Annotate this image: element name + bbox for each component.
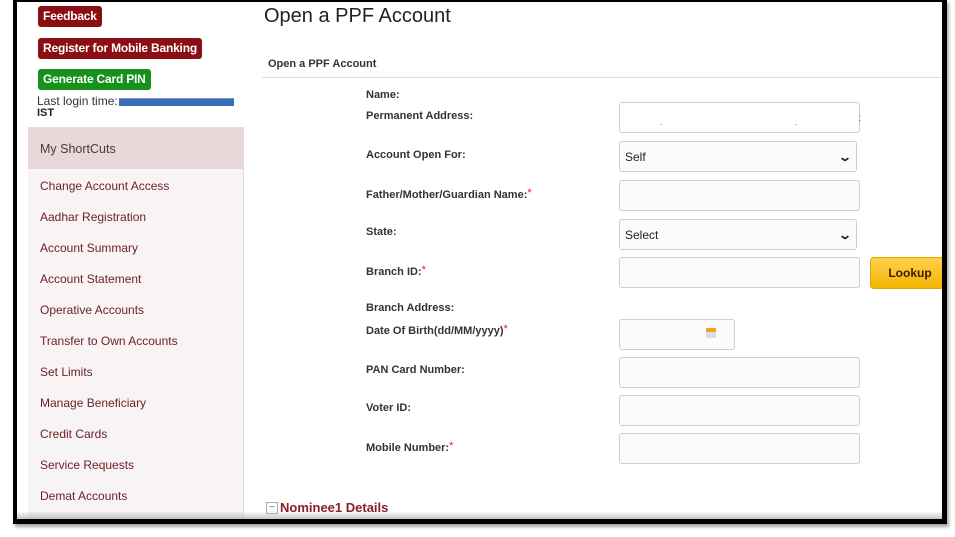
- account-open-for-label: Account Open For:: [366, 149, 466, 161]
- shortcuts-menu: My ShortCuts Change Account Access Aadha…: [28, 127, 244, 519]
- last-login-timezone: IST: [37, 107, 55, 119]
- sidebar-item-service-requests[interactable]: Service Requests: [28, 452, 243, 483]
- window-bottom-shadow: [17, 511, 942, 519]
- pan-input[interactable]: [619, 357, 860, 388]
- chevron-down-icon: ⌄: [837, 227, 853, 242]
- branch-id-label: Branch ID:*: [366, 264, 426, 278]
- feedback-button[interactable]: Feedback: [38, 6, 102, 27]
- guardian-name-input[interactable]: [619, 180, 860, 211]
- guardian-name-label: Father/Mother/Guardian Name:*: [366, 187, 532, 201]
- branch-id-input[interactable]: [619, 257, 860, 288]
- register-mobile-banking-button[interactable]: Register for Mobile Banking: [38, 38, 202, 59]
- sidebar-item-change-account-access[interactable]: Change Account Access: [28, 173, 243, 204]
- required-star: *: [503, 323, 508, 335]
- main-content: Open a PPF Account Open a PPF Account Na…: [244, 2, 942, 519]
- sidebar-item-transfer-own-accounts[interactable]: Transfer to Own Accounts: [28, 328, 243, 359]
- browser-window: Feedback Register for Mobile Banking Gen…: [13, 0, 947, 524]
- state-select[interactable]: Select ⌄: [619, 219, 857, 250]
- mobile-input[interactable]: [619, 433, 860, 464]
- permanent-address-label: Permanent Address:: [366, 110, 474, 122]
- account-open-for-select[interactable]: Self ⌄: [619, 141, 857, 172]
- required-star: *: [527, 187, 532, 199]
- redacted-timestamp: [118, 97, 234, 106]
- resize-handle-icon[interactable]: :: [858, 113, 861, 124]
- sidebar-item-set-limits[interactable]: Set Limits: [28, 359, 243, 390]
- last-login-label: Last login time:: [37, 94, 118, 108]
- branch-address-label: Branch Address:: [366, 302, 455, 314]
- shortcuts-header[interactable]: My ShortCuts: [28, 127, 243, 169]
- required-star: *: [421, 264, 426, 276]
- pan-label: PAN Card Number:: [366, 364, 465, 376]
- permanent-address-field[interactable]: :: [619, 102, 861, 133]
- sidebar-item-account-summary[interactable]: Account Summary: [28, 235, 243, 266]
- sidebar-item-manage-beneficiary[interactable]: Manage Beneficiary: [28, 390, 243, 421]
- dob-label-text: Date Of Birth(dd/MM/yyyy): [366, 325, 504, 337]
- generate-card-pin-button[interactable]: Generate Card PIN: [38, 69, 151, 90]
- sidebar: Feedback Register for Mobile Banking Gen…: [17, 2, 244, 519]
- voter-id-label: Voter ID:: [366, 402, 412, 414]
- mobile-label: Mobile Number:*: [366, 440, 454, 454]
- state-label: State:: [366, 226, 397, 238]
- dob-label: Date Of Birth(dd/MM/yyyy)*: [366, 323, 508, 337]
- page-title: Open a PPF Account: [264, 5, 451, 27]
- sidebar-item-credit-cards[interactable]: Credit Cards: [28, 421, 243, 452]
- state-value: Select: [625, 227, 659, 242]
- voter-id-input[interactable]: [619, 395, 860, 426]
- lookup-button[interactable]: Lookup: [870, 257, 942, 289]
- dob-input[interactable]: [619, 319, 735, 350]
- sidebar-item-aadhar-registration[interactable]: Aadhar Registration: [28, 204, 243, 235]
- name-label: Name:: [366, 89, 400, 101]
- mobile-label-text: Mobile Number:: [366, 442, 450, 454]
- branch-id-label-text: Branch ID:: [366, 266, 422, 278]
- chevron-down-icon: ⌄: [837, 149, 853, 164]
- sidebar-item-operative-accounts[interactable]: Operative Accounts: [28, 297, 243, 328]
- sidebar-item-demat-accounts[interactable]: Demat Accounts: [28, 483, 243, 514]
- sidebar-item-account-statement[interactable]: Account Statement: [28, 266, 243, 297]
- calendar-icon[interactable]: [706, 328, 716, 338]
- last-login-info: Last login time: IST: [37, 95, 234, 119]
- required-star: *: [449, 440, 454, 452]
- section-title: Open a PPF Account: [268, 58, 377, 70]
- section-divider: [262, 77, 942, 78]
- guardian-name-label-text: Father/Mother/Guardian Name:: [366, 189, 528, 201]
- account-open-for-value: Self: [625, 149, 646, 164]
